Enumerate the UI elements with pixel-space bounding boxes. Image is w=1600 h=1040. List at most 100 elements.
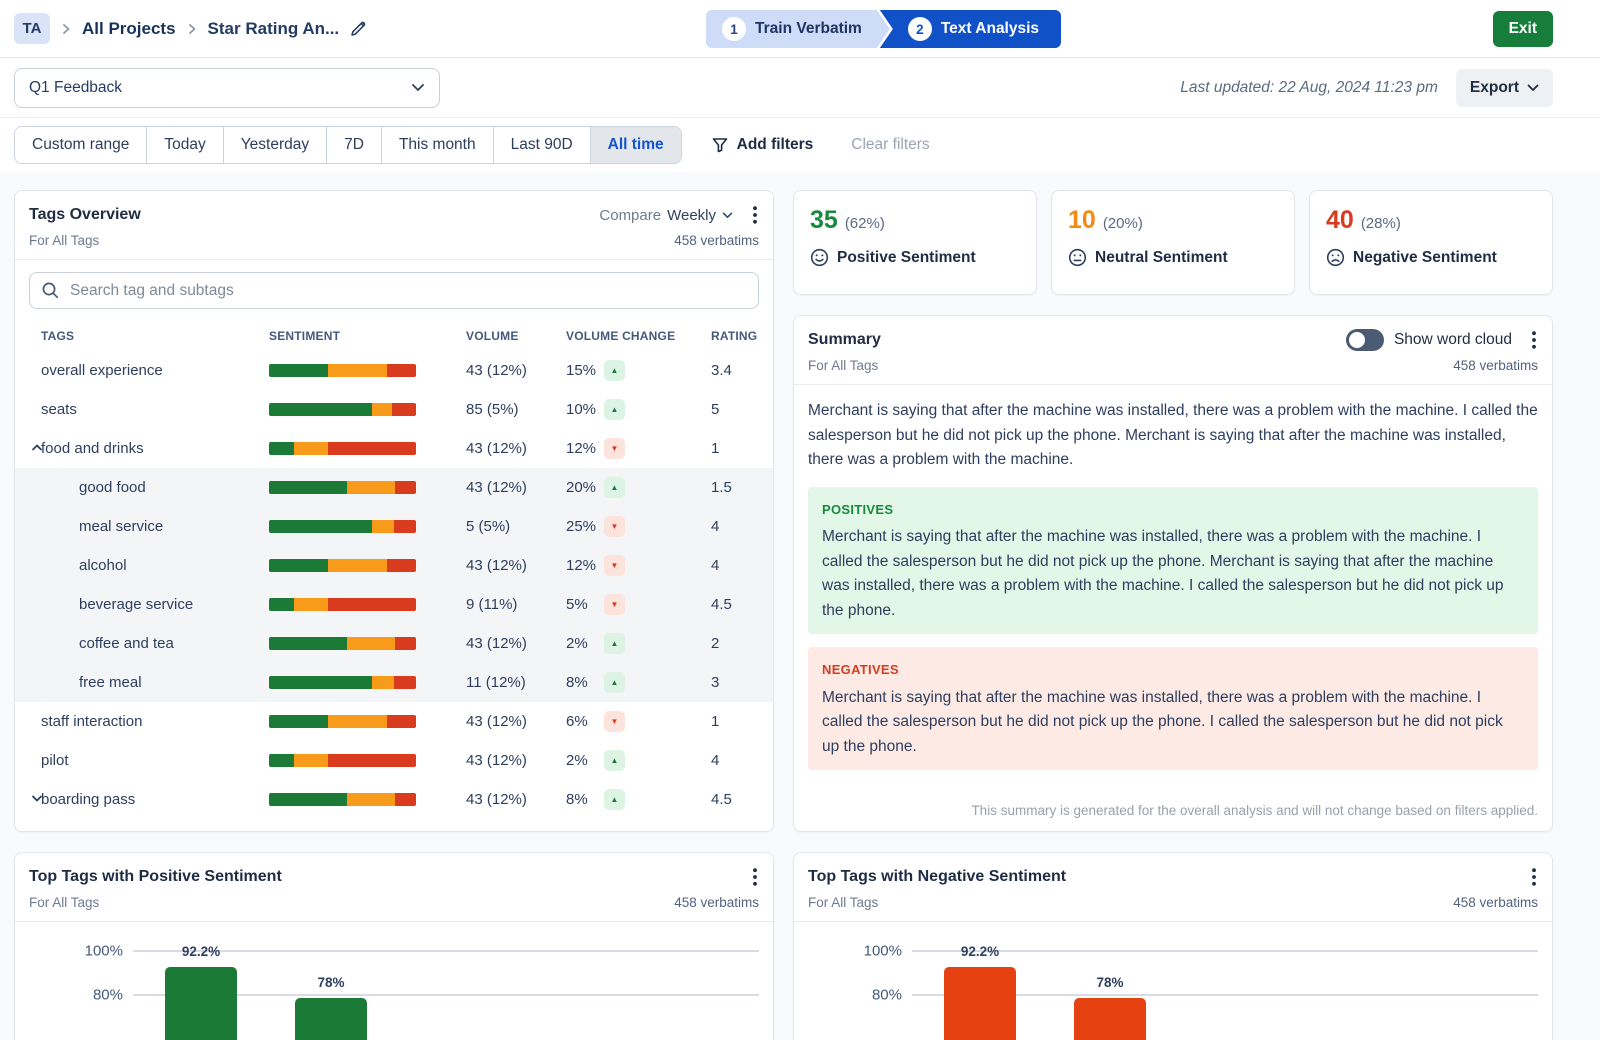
range-yesterday[interactable]: Yesterday: [223, 127, 326, 163]
left-column: Tags Overview Compare Weekly For All Tag: [14, 190, 774, 1040]
positive-segment: [269, 559, 328, 572]
positive-segment: [269, 364, 328, 377]
breadcrumb-project-name: Star Rating An...: [208, 19, 340, 39]
sentiment-bar: [269, 559, 416, 572]
chevron-down-icon: [411, 83, 425, 92]
tag-name: meal service: [79, 518, 163, 535]
negative-segment: [328, 754, 416, 767]
tag-name: seats: [41, 401, 77, 418]
y-axis-tick-label: 80%: [45, 987, 123, 1004]
volume-change-arrow-icon: ▲: [604, 750, 625, 771]
table-row[interactable]: seats 85 (5%) 10% ▲ 5: [15, 390, 773, 429]
exit-button[interactable]: Exit: [1493, 11, 1553, 47]
sentiment-card: 35 (62%) Positive Sentiment: [793, 190, 1037, 295]
volume-change-value: 25%: [566, 518, 604, 535]
kebab-menu-icon[interactable]: [1530, 866, 1538, 888]
volume-change-arrow-icon: ▼: [604, 594, 625, 615]
volume-change-value: 15%: [566, 362, 604, 379]
bar[interactable]: [165, 967, 237, 1040]
table-row[interactable]: meal service 5 (5%) 25% ▼ 4: [15, 507, 773, 546]
volume-change-value: 12%: [566, 557, 604, 574]
sentiment-bar: [269, 793, 416, 806]
chevron-up-icon[interactable]: [31, 442, 43, 453]
panel-scope: For All Tags: [808, 358, 878, 373]
range-7d[interactable]: 7D: [326, 127, 381, 163]
tag-name: beverage service: [79, 596, 193, 613]
volume-value: 5 (5%): [466, 518, 566, 535]
app-logo[interactable]: TA: [14, 13, 50, 44]
rating-value: 2: [711, 635, 773, 652]
table-row[interactable]: boarding pass 43 (12%) 8% ▲ 4.5: [15, 780, 773, 819]
bar[interactable]: [295, 998, 367, 1040]
kebab-menu-icon[interactable]: [751, 204, 759, 226]
project-select[interactable]: Q1 Feedback: [14, 68, 440, 108]
summary-panel: Summary Show word cloud For All Tags 458…: [793, 315, 1553, 832]
step-number: 2: [908, 17, 932, 41]
last-updated-text: Last updated: 22 Aug, 2024 11:23 pm: [1180, 79, 1438, 97]
word-cloud-toggle[interactable]: [1346, 329, 1384, 351]
negative-segment: [395, 637, 416, 650]
clear-filters-button[interactable]: Clear filters: [851, 136, 929, 154]
table-row[interactable]: free meal 11 (12%) 8% ▲ 3: [15, 663, 773, 702]
table-row[interactable]: good food 43 (12%) 20% ▲ 1.5: [15, 468, 773, 507]
bar-chart: 100%80%92.2%78%: [794, 922, 1552, 1040]
range-custom-range[interactable]: Custom range: [15, 127, 146, 163]
breadcrumb-all-projects[interactable]: All Projects: [82, 19, 176, 39]
table-row[interactable]: coffee and tea 43 (12%) 2% ▲ 2: [15, 624, 773, 663]
bar-value-label: 78%: [1070, 975, 1150, 990]
sentiment-label: Negative Sentiment: [1353, 249, 1497, 267]
bar-value-label: 78%: [291, 975, 371, 990]
table-row[interactable]: staff interaction 43 (12%) 6% ▼ 1: [15, 702, 773, 741]
table-row[interactable]: food and drinks 43 (12%) 12% ▼ 1: [15, 429, 773, 468]
positive-tags-chart-panel: Top Tags with Positive Sentiment For All…: [14, 852, 774, 1040]
neutral-segment: [328, 364, 387, 377]
tag-name: coffee and tea: [79, 635, 174, 652]
volume-change-arrow-icon: ▼: [604, 438, 625, 459]
volume-value: 11 (12%): [466, 674, 566, 691]
neutral-segment: [328, 559, 387, 572]
step-train-verbatim[interactable]: 1 Train Verbatim: [706, 10, 890, 48]
panel-title: Tags Overview: [29, 206, 141, 224]
add-filters-button[interactable]: Add filters: [712, 136, 814, 154]
right-column: 35 (62%) Positive Sentiment 10 (20%) Neu…: [793, 190, 1553, 1040]
table-row[interactable]: beverage service 9 (11%) 5% ▼ 4.5: [15, 585, 773, 624]
rating-value: 1: [711, 713, 773, 730]
summary-footnote: This summary is generated for the overal…: [971, 803, 1538, 818]
table-row[interactable]: overall experience 43 (12%) 15% ▲ 3.4: [15, 351, 773, 390]
volume-change-value: 8%: [566, 791, 604, 808]
kebab-menu-icon[interactable]: [1530, 329, 1538, 351]
negative-segment: [387, 364, 416, 377]
range-all-time[interactable]: All time: [590, 127, 681, 163]
negative-segment: [387, 715, 416, 728]
verbatims-count: 458 verbatims: [1453, 895, 1538, 910]
volume-change-arrow-icon: ▲: [604, 672, 625, 693]
volume-change-value: 2%: [566, 752, 604, 769]
volume-change-value: 20%: [566, 479, 604, 496]
step-text-analysis[interactable]: 2 Text Analysis: [880, 10, 1061, 48]
range-last-90d[interactable]: Last 90D: [493, 127, 590, 163]
table-row[interactable]: alcohol 43 (12%) 12% ▼ 4: [15, 546, 773, 585]
top-bar: TA All Projects Star Rating An... 1 Trai…: [0, 0, 1600, 58]
table-row[interactable]: pilot 43 (12%) 2% ▲ 4: [15, 741, 773, 780]
rating-value: 4.5: [711, 791, 773, 808]
sentiment-card: 10 (20%) Neutral Sentiment: [1051, 190, 1295, 295]
chevron-down-icon[interactable]: [31, 793, 43, 804]
kebab-menu-icon[interactable]: [751, 866, 759, 888]
positive-segment: [269, 520, 372, 533]
range-today[interactable]: Today: [146, 127, 222, 163]
neutral-segment: [294, 754, 328, 767]
search-input[interactable]: [29, 272, 759, 309]
verbatims-count: 458 verbatims: [674, 895, 759, 910]
export-button[interactable]: Export: [1456, 69, 1553, 107]
bar[interactable]: [1074, 998, 1146, 1040]
neutral-segment: [372, 403, 393, 416]
volume-value: 43 (12%): [466, 791, 566, 808]
bar[interactable]: [944, 967, 1016, 1040]
panel-title: Top Tags with Negative Sentiment: [808, 868, 1066, 886]
panel-scope: For All Tags: [29, 895, 99, 910]
compare-dropdown[interactable]: Compare Weekly: [599, 207, 733, 224]
edit-pencil-icon[interactable]: [349, 19, 368, 38]
rating-value: 1.5: [711, 479, 773, 496]
positive-segment: [269, 754, 294, 767]
range-this-month[interactable]: This month: [381, 127, 493, 163]
